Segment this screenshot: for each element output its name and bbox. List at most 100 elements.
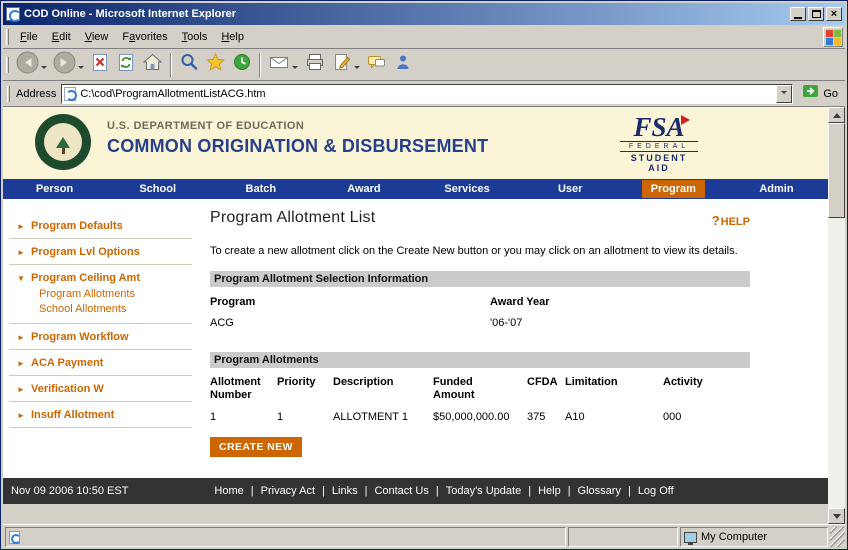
edit-pencil-icon (332, 52, 352, 77)
browser-window: COD Online - Microsoft Internet Explorer… (0, 0, 848, 550)
page-icon (9, 531, 20, 544)
footer-link-glossary[interactable]: Glossary (578, 485, 621, 497)
back-dropdown-icon[interactable] (41, 66, 47, 72)
mail-dropdown-icon[interactable] (292, 66, 298, 72)
browser-toolbar (3, 49, 845, 81)
scrollbar-track[interactable] (828, 218, 845, 508)
nav-services[interactable]: Services (416, 179, 519, 199)
footer-separator: | (365, 485, 368, 497)
minimize-icon (794, 17, 802, 19)
menu-edit[interactable]: Edit (45, 28, 78, 46)
cell-cfda: 375 (527, 411, 565, 423)
menu-file[interactable]: File (13, 28, 45, 46)
footer-link-help[interactable]: Help (538, 485, 561, 497)
close-button[interactable]: × (826, 7, 842, 21)
menu-tools[interactable]: Tools (175, 28, 215, 46)
cell-limitation: A10 (565, 411, 663, 423)
footer-link-links[interactable]: Links (332, 485, 358, 497)
forward-button[interactable] (50, 49, 87, 81)
page-title: Program Allotment List (210, 209, 375, 227)
nav-school[interactable]: School (106, 179, 209, 199)
sidebar-item-insuff-allotment[interactable]: ►Insuff Allotment (9, 402, 192, 428)
nav-program[interactable]: Program (622, 179, 725, 199)
minimize-button[interactable] (790, 7, 806, 21)
footer-link-privacy-act[interactable]: Privacy Act (261, 485, 315, 497)
site-title: COMMON ORIGINATION & DISBURSEMENT (107, 136, 488, 157)
messenger-button[interactable] (390, 50, 416, 79)
forward-icon (53, 51, 76, 79)
cell-activity: 000 (663, 411, 750, 423)
fsa-subtitle: FEDERAL (620, 141, 698, 152)
stop-icon (90, 52, 110, 77)
sidebar-item-program-lvl-options[interactable]: ►Program Lvl Options (9, 239, 192, 265)
scrollbar-thumb[interactable] (828, 123, 845, 218)
maximize-button[interactable] (808, 7, 824, 21)
title-bar: COD Online - Microsoft Internet Explorer… (3, 3, 845, 25)
footer-link-home[interactable]: Home (214, 485, 243, 497)
favorites-button[interactable] (202, 50, 229, 79)
back-button[interactable] (13, 49, 50, 81)
edit-dropdown-icon[interactable] (354, 66, 360, 72)
status-pane-main (5, 527, 566, 547)
chevron-right-icon: ► (17, 411, 31, 420)
edit-button[interactable] (329, 50, 363, 79)
address-dropdown-button[interactable] (776, 85, 792, 103)
footer-separator: | (528, 485, 531, 497)
menu-view[interactable]: View (78, 28, 116, 46)
footer-link-log-off[interactable]: Log Off (638, 485, 674, 497)
mail-button[interactable] (265, 50, 301, 79)
sidebar-item-ceiling-header[interactable]: ▼Program Ceiling Amt (17, 272, 192, 284)
allotment-row[interactable]: 1 1 ALLOTMENT 1 $50,000,000.00 375 A10 0… (210, 411, 750, 423)
footer-link-contact-us[interactable]: Contact Us (374, 485, 428, 497)
print-button[interactable] (301, 50, 329, 79)
help-icon: ? (712, 213, 720, 228)
history-clock-icon (232, 52, 252, 77)
page-icon (64, 87, 76, 101)
web-page: U.S. DEPARTMENT OF EDUCATION COMMON ORIG… (3, 107, 828, 524)
footer-links: Home | Privacy Act | Links | Contact Us … (214, 485, 673, 497)
toolbar-grip[interactable] (6, 29, 9, 45)
history-button[interactable] (229, 50, 255, 79)
menu-favorites[interactable]: Favorites (115, 28, 174, 46)
sidebar-item-verification-w[interactable]: ►Verification W (9, 376, 192, 402)
toolbar-grip[interactable] (7, 86, 10, 102)
nav-admin[interactable]: Admin (725, 179, 828, 199)
footer-separator: | (436, 485, 439, 497)
toolbar-grip[interactable] (6, 57, 9, 73)
menu-help[interactable]: Help (214, 28, 251, 46)
nav-batch[interactable]: Batch (209, 179, 312, 199)
scroll-up-button[interactable] (828, 107, 845, 123)
address-label: Address (16, 88, 56, 100)
go-arrow-icon (802, 83, 820, 104)
go-button[interactable]: Go (798, 82, 842, 105)
search-button[interactable] (176, 50, 202, 79)
discuss-button[interactable] (363, 50, 390, 79)
sidebar-item-school-allotments[interactable]: School Allotments (39, 302, 192, 317)
home-button[interactable] (139, 50, 166, 79)
sidebar-item-program-allotments[interactable]: Program Allotments (39, 287, 192, 302)
refresh-button[interactable] (113, 50, 139, 79)
fsa-text: FSA (633, 112, 684, 142)
zone-label: My Computer (701, 531, 767, 543)
stop-button[interactable] (87, 50, 113, 79)
nav-user[interactable]: User (519, 179, 622, 199)
scroll-down-button[interactable] (828, 508, 845, 524)
address-input[interactable] (80, 86, 776, 102)
col-header-allotment-number: Allotment Number (210, 376, 277, 402)
nav-award[interactable]: Award (312, 179, 415, 199)
help-link[interactable]: ?HELP (712, 213, 750, 228)
sidebar-item-program-defaults[interactable]: ►Program Defaults (9, 213, 192, 239)
cell-allotment-number[interactable]: 1 (210, 411, 277, 423)
resize-grip[interactable] (830, 527, 845, 547)
address-bar: Address Go (3, 81, 845, 107)
fsa-logo: FSA FEDERAL STUDENT AID (620, 113, 698, 173)
status-pane-progress (568, 527, 678, 547)
nav-person[interactable]: Person (3, 179, 106, 199)
footer-link-todays-update[interactable]: Today's Update (446, 485, 521, 497)
sidebar-item-aca-payment[interactable]: ►ACA Payment (9, 350, 192, 376)
sidebar-item-program-workflow[interactable]: ►Program Workflow (9, 324, 192, 350)
menu-bar: File Edit View Favorites Tools Help (3, 25, 845, 49)
create-new-button[interactable]: CREATE NEW (210, 437, 302, 457)
forward-dropdown-icon[interactable] (78, 66, 84, 72)
col-header-limitation: Limitation (565, 376, 663, 402)
